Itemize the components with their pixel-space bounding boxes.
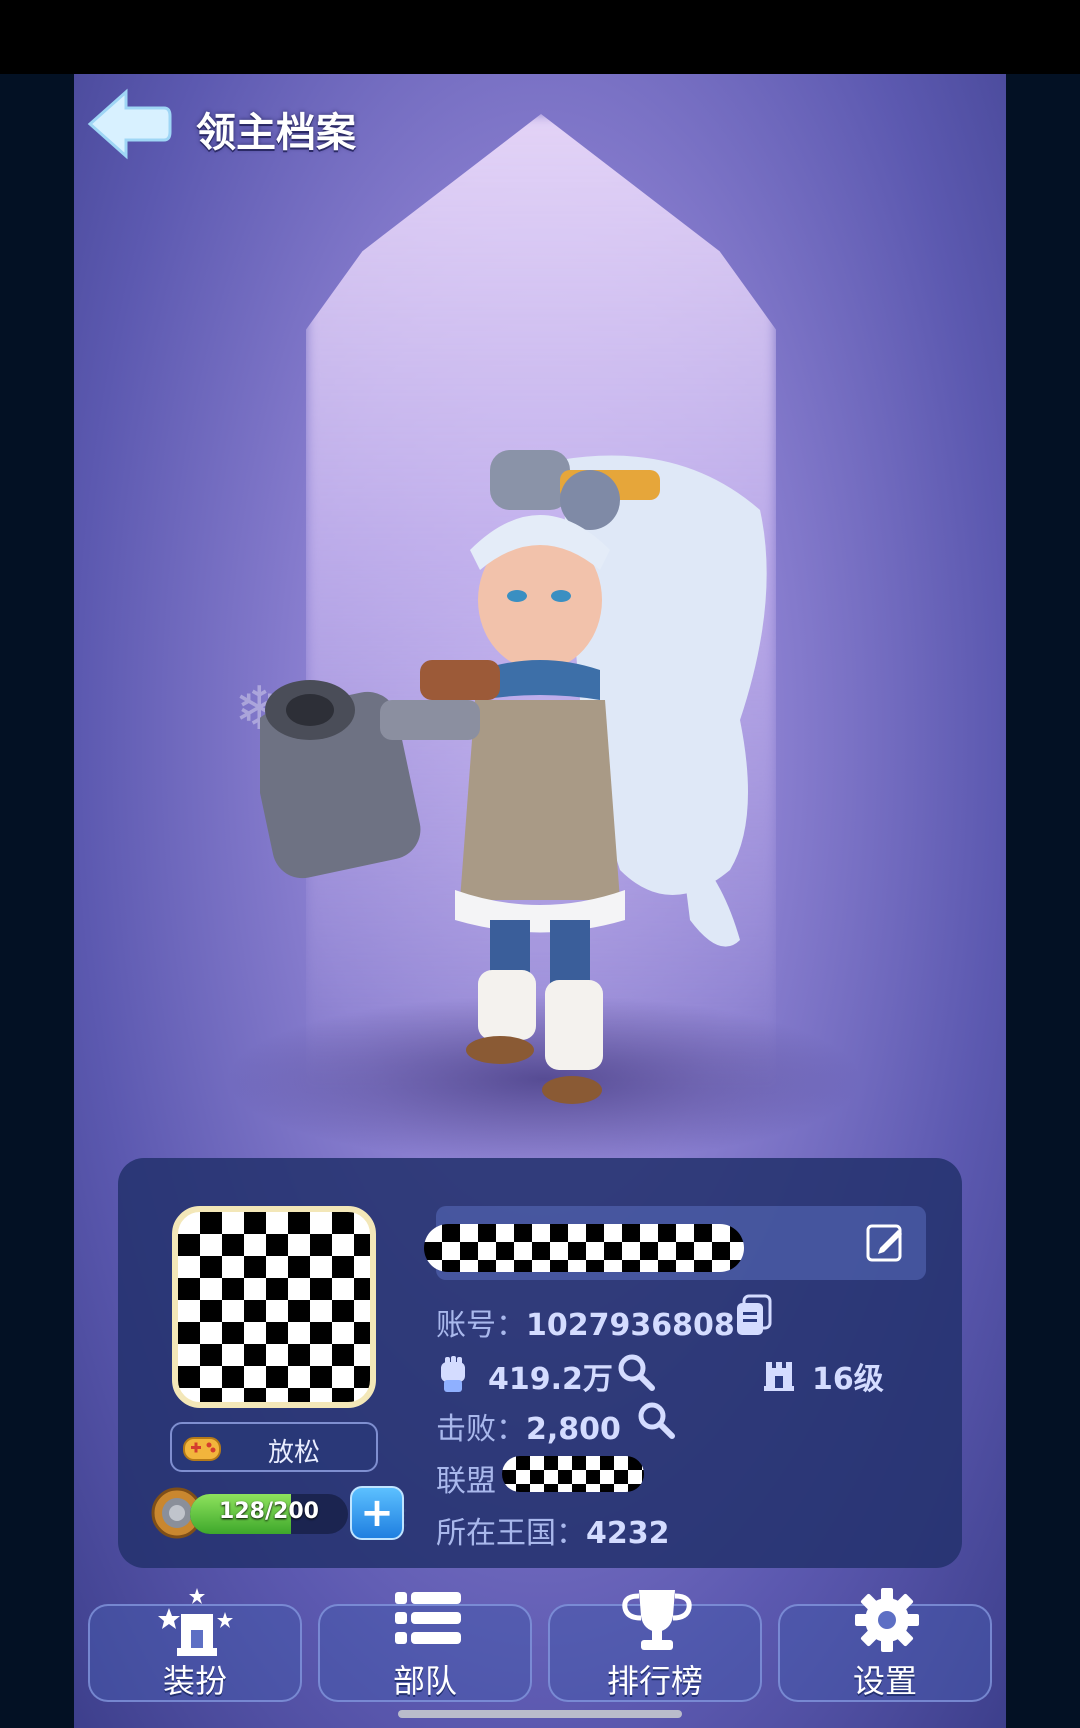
edit-icon[interactable] (864, 1220, 908, 1264)
kingdom-value: 4232 (586, 1516, 670, 1551)
castle-star-icon (158, 1588, 233, 1656)
copy-icon[interactable] (734, 1294, 774, 1338)
castle-level-icon (764, 1362, 794, 1391)
status-label: 放松 (268, 1438, 321, 1468)
nav-dressup-button[interactable]: 装扮 (88, 1588, 302, 1702)
hero-character (260, 450, 767, 1104)
stamina-bar: 128/200 (190, 1494, 348, 1534)
gear-icon (855, 1588, 919, 1652)
gamepad-icon (183, 1437, 221, 1461)
defeat-label: 击败： (436, 1412, 526, 1447)
kingdom-row: 所在王国：4232 (436, 1508, 670, 1552)
nav-label: 部队 (392, 1662, 457, 1700)
avatar[interactable] (172, 1206, 376, 1408)
nav-label: 排行榜 (606, 1662, 703, 1700)
plus-icon: + (360, 1490, 394, 1536)
list-icon (395, 1592, 461, 1644)
search-icon[interactable] (616, 1352, 656, 1392)
power-value: 419.2万 (488, 1362, 613, 1397)
nav-label: 装扮 (162, 1662, 227, 1700)
account-id: 1027936808 (526, 1308, 735, 1343)
back-arrow-icon[interactable] (86, 86, 172, 162)
search-icon[interactable] (636, 1400, 676, 1440)
page-title: 领主档案 (196, 110, 356, 156)
level-value: 16级 (812, 1362, 884, 1397)
add-stamina-button[interactable]: + (350, 1486, 404, 1540)
nav-settings-button[interactable]: 设置 (778, 1588, 992, 1702)
power-row: 419.2万 (488, 1354, 613, 1398)
fist-power-icon (441, 1356, 465, 1392)
stamina-text: 128/200 (219, 1499, 319, 1524)
kingdom-label: 所在王国： (436, 1516, 586, 1551)
account-row: 账号：1027936808 (436, 1300, 735, 1344)
home-indicator[interactable] (398, 1710, 682, 1718)
alliance-row: 联盟 (436, 1456, 496, 1500)
level-row: 16级 (812, 1354, 884, 1398)
trophy-icon (622, 1590, 692, 1650)
defeat-row: 击败：2,800 (436, 1404, 621, 1448)
account-label: 账号： (436, 1308, 526, 1343)
alliance-name-redacted (502, 1456, 644, 1492)
nav-label: 设置 (852, 1662, 917, 1700)
status-button[interactable]: 放松 (170, 1422, 378, 1472)
defeat-value: 2,800 (526, 1412, 621, 1447)
player-name-redacted (424, 1224, 744, 1272)
nav-troops-button[interactable]: 部队 (318, 1592, 532, 1702)
status-bar (0, 0, 1080, 74)
alliance-label: 联盟 (436, 1464, 496, 1499)
nav-ranking-button[interactable]: 排行榜 (548, 1590, 762, 1702)
